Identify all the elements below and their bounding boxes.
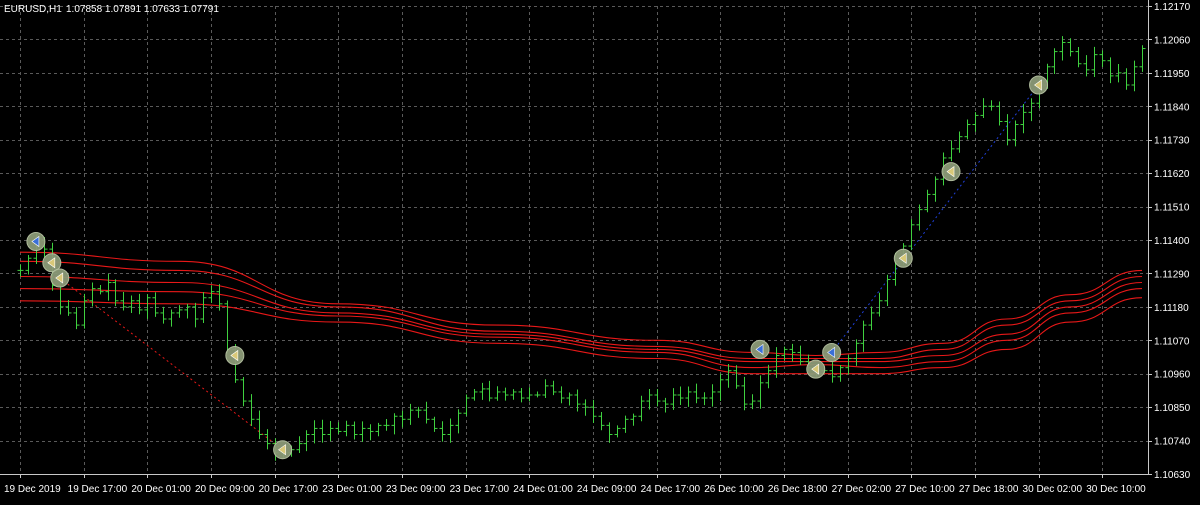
time-tick-label: 30 Dec 10:00 [1086, 484, 1146, 495]
chart-background [0, 0, 1200, 500]
symbol-label: EURUSD,H1 [4, 4, 62, 15]
price-tick-label: 1.11070 [1154, 336, 1190, 347]
time-tick-label: 23 Dec 17:00 [450, 484, 510, 495]
price-tick-label: 1.11510 [1154, 203, 1190, 214]
trade-marker-sell[interactable] [806, 359, 826, 379]
time-tick-label: 26 Dec 18:00 [768, 484, 828, 495]
trade-marker-sell[interactable] [893, 248, 913, 268]
price-tick-label: 1.10850 [1154, 403, 1191, 414]
price-tick-label: 1.11400 [1154, 236, 1190, 247]
trade-marker-sell[interactable] [941, 162, 961, 182]
price-tick-label: 1.10740 [1154, 437, 1191, 448]
chart-canvas[interactable]: 1.12170 1.12060 1.11950 1.11840 1.11730 1.116… [0, 0, 1200, 500]
trade-marker-sell[interactable] [225, 345, 245, 365]
trade-marker-sell[interactable] [273, 440, 293, 460]
time-tick-label: 30 Dec 02:00 [1023, 484, 1083, 495]
time-tick-label: 24 Dec 01:00 [513, 484, 573, 495]
time-tick-label: 24 Dec 17:00 [641, 484, 701, 495]
time-tick-label: 27 Dec 02:00 [832, 484, 892, 495]
time-tick-label: 20 Dec 17:00 [259, 484, 319, 495]
price-tick-label: 1.11620 [1154, 169, 1190, 180]
price-tick-label: 1.11950 [1154, 69, 1190, 80]
price-tick-label: 1.11730 [1154, 136, 1190, 147]
time-tick-label: 27 Dec 18:00 [959, 484, 1019, 495]
price-tick-label: 1.12170 [1154, 2, 1191, 13]
time-tick-label: 19 Dec 17:00 [68, 484, 128, 495]
price-tick-label: 1.11290 [1154, 269, 1190, 280]
time-tick-label: 23 Dec 09:00 [386, 484, 446, 495]
price-axis[interactable]: 1.12170 1.12060 1.11950 1.11840 1.11730 1.116… [1148, 2, 1191, 481]
trade-marker-buy[interactable] [26, 232, 46, 252]
trade-marker-sell[interactable] [1029, 75, 1049, 95]
time-tick-label: 20 Dec 09:00 [195, 484, 255, 495]
price-tick-label: 1.10960 [1154, 370, 1191, 381]
price-chart[interactable]: 1.12170 1.12060 1.11950 1.11840 1.11730 1.116… [0, 0, 1200, 500]
time-tick-label: 24 Dec 09:00 [577, 484, 637, 495]
price-tick-label: 1.12060 [1154, 35, 1191, 46]
time-tick-label: 19 Dec 2019 [4, 484, 61, 495]
trade-marker-buy[interactable] [750, 339, 770, 359]
trade-marker-buy[interactable] [822, 342, 842, 362]
time-tick-label: 27 Dec 10:00 [895, 484, 955, 495]
price-tick-label: 1.11840 [1154, 102, 1190, 113]
price-tick-label: 1.11180 [1154, 303, 1189, 314]
time-tick-label: 23 Dec 01:00 [322, 484, 382, 495]
time-tick-label: 26 Dec 10:00 [704, 484, 764, 495]
trade-marker-sell[interactable] [50, 268, 70, 288]
price-tick-label: 1.10630 [1154, 470, 1191, 481]
ohlc-readout: 1.07858 1.07891 1.07633 1.07791 [66, 4, 219, 15]
time-tick-label: 20 Dec 01:00 [131, 484, 191, 495]
